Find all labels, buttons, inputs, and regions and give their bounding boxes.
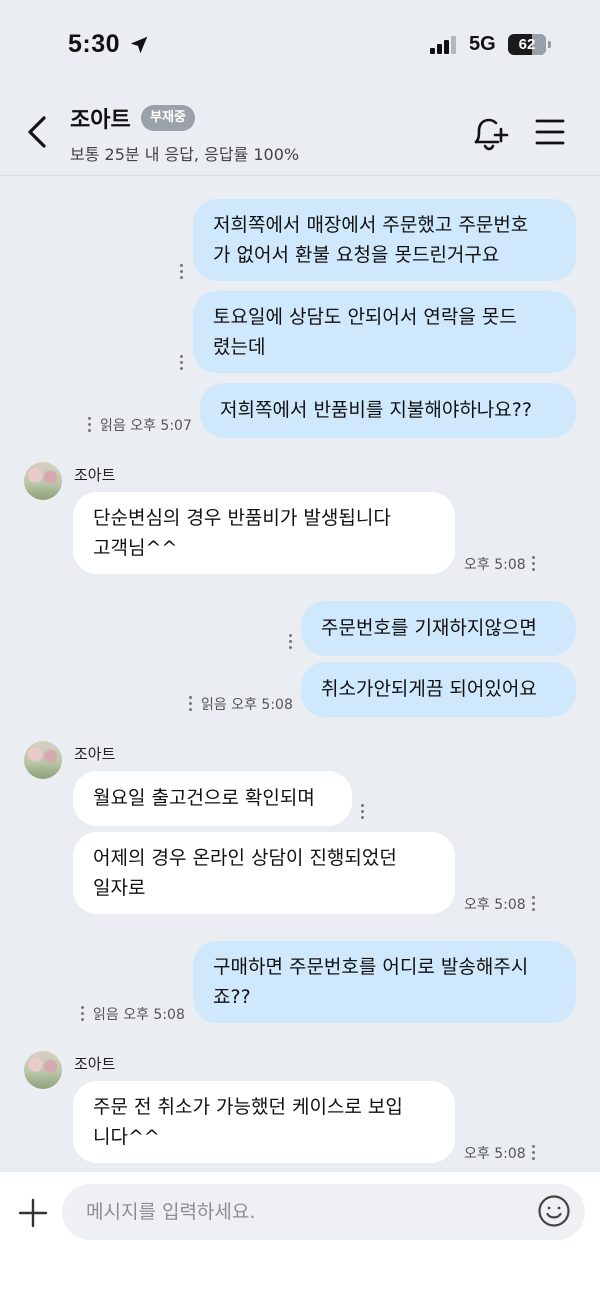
message-input[interactable] bbox=[62, 1184, 585, 1240]
message-line: 저희쪽에서 반품비를 지불해야하나요?? bbox=[220, 399, 532, 421]
message-line: 니다^^ bbox=[93, 1126, 160, 1148]
message-line: 가 없어서 환불 요청을 못드린거구요 bbox=[213, 244, 500, 266]
message-line: 죠?? bbox=[213, 986, 251, 1008]
battery-indicator: 62 bbox=[508, 34, 551, 55]
cellular-signal-icon bbox=[430, 36, 460, 54]
menu-button[interactable] bbox=[534, 117, 566, 147]
chat-header: 조아트 부재중 보통 25분 내 응답, 응답률 100% bbox=[0, 88, 600, 176]
message-meta: 읽음 오후 5:07 bbox=[100, 418, 192, 434]
message-line: 일자로 bbox=[93, 877, 146, 899]
message-options-icon[interactable] bbox=[189, 696, 193, 712]
message-line: 렸는데 bbox=[213, 336, 266, 358]
message-list[interactable]: 저희쪽에서 매장에서 주문했고 주문번호 가 없어서 환불 요청을 못드린거구요… bbox=[0, 177, 600, 1172]
message-line: 고객님^^ bbox=[93, 537, 178, 559]
location-arrow-icon bbox=[130, 36, 148, 54]
sender-name: 조아트 bbox=[74, 466, 116, 484]
avatar[interactable] bbox=[24, 1051, 62, 1089]
message-options-icon[interactable] bbox=[81, 1006, 85, 1022]
message-meta: 읽음 오후 5:08 bbox=[93, 1007, 185, 1023]
incoming-message[interactable]: 단순변심의 경우 반품비가 발생됩니다 고객님^^ bbox=[73, 492, 455, 574]
message-meta: 오후 5:08 bbox=[464, 557, 526, 573]
message-line: 단순변심의 경우 반품비가 발생됩니다 bbox=[93, 507, 391, 529]
message-meta: 오후 5:08 bbox=[464, 897, 526, 913]
message-line: 토요일에 상담도 안되어서 연락을 못드 bbox=[213, 306, 517, 328]
incoming-message[interactable]: 어제의 경우 온라인 상담이 진행되었던 일자로 bbox=[73, 832, 455, 914]
message-line: 취소가안되게끔 되어있어요 bbox=[321, 678, 537, 700]
network-type: 5G bbox=[469, 33, 496, 55]
message-line: 저희쪽에서 매장에서 주문했고 주문번호 bbox=[213, 214, 529, 236]
message-options-icon[interactable] bbox=[361, 804, 365, 820]
outgoing-message[interactable]: 취소가안되게끔 되어있어요 bbox=[301, 662, 576, 717]
plus-icon bbox=[18, 1198, 48, 1228]
chat-partner-name: 조아트 bbox=[70, 108, 131, 133]
message-line: 주문번호를 기재하지않으면 bbox=[321, 617, 537, 639]
message-line: 어제의 경우 온라인 상담이 진행되었던 bbox=[93, 847, 397, 869]
message-line: 월요일 출고건으로 확인되며 bbox=[93, 787, 315, 809]
sender-name: 조아트 bbox=[74, 1055, 116, 1073]
sender-name: 조아트 bbox=[74, 745, 116, 763]
message-meta: 읽음 오후 5:08 bbox=[201, 697, 293, 713]
status-badge: 부재중 bbox=[141, 105, 195, 131]
message-meta: 오후 5:08 bbox=[464, 1146, 526, 1162]
message-options-icon[interactable] bbox=[532, 896, 536, 912]
hamburger-menu-icon bbox=[535, 119, 565, 145]
outgoing-message[interactable]: 주문번호를 기재하지않으면 bbox=[301, 601, 576, 656]
message-line: 주문 전 취소가 가능했던 케이스로 보입 bbox=[93, 1096, 403, 1118]
message-input-bar bbox=[0, 1172, 600, 1301]
bell-plus-icon bbox=[474, 118, 509, 151]
incoming-message[interactable]: 주문 전 취소가 가능했던 케이스로 보입 니다^^ bbox=[73, 1081, 455, 1163]
chevron-left-icon bbox=[28, 116, 46, 148]
message-options-icon[interactable] bbox=[532, 556, 536, 572]
outgoing-message[interactable]: 토요일에 상담도 안되어서 연락을 못드 렸는데 bbox=[193, 291, 576, 373]
status-bar: 5:30 5G 62 bbox=[0, 0, 600, 88]
message-options-icon[interactable] bbox=[88, 417, 92, 433]
message-options-icon[interactable] bbox=[180, 264, 184, 280]
response-info: 보통 25분 내 응답, 응답률 100% bbox=[70, 145, 300, 164]
message-line: 구매하면 주문번호를 어디로 발송해주시 bbox=[213, 956, 529, 978]
smiley-emoji-icon bbox=[538, 1195, 570, 1227]
avatar[interactable] bbox=[24, 462, 62, 500]
battery-level: 62 bbox=[518, 36, 536, 53]
message-options-icon[interactable] bbox=[532, 1145, 536, 1161]
message-options-icon[interactable] bbox=[289, 634, 293, 650]
message-options-icon[interactable] bbox=[180, 355, 184, 371]
outgoing-message[interactable]: 구매하면 주문번호를 어디로 발송해주시 죠?? bbox=[193, 941, 576, 1023]
avatar[interactable] bbox=[24, 741, 62, 779]
back-button[interactable] bbox=[22, 114, 54, 150]
attach-button[interactable] bbox=[17, 1197, 49, 1229]
outgoing-message[interactable]: 저희쪽에서 매장에서 주문했고 주문번호 가 없어서 환불 요청을 못드린거구요 bbox=[193, 199, 576, 281]
incoming-message[interactable]: 월요일 출고건으로 확인되며 bbox=[73, 771, 352, 826]
emoji-button[interactable] bbox=[537, 1194, 571, 1228]
status-time: 5:30 bbox=[68, 30, 121, 58]
notification-bell-button[interactable] bbox=[470, 115, 510, 151]
outgoing-message[interactable]: 저희쪽에서 반품비를 지불해야하나요?? bbox=[200, 383, 576, 438]
